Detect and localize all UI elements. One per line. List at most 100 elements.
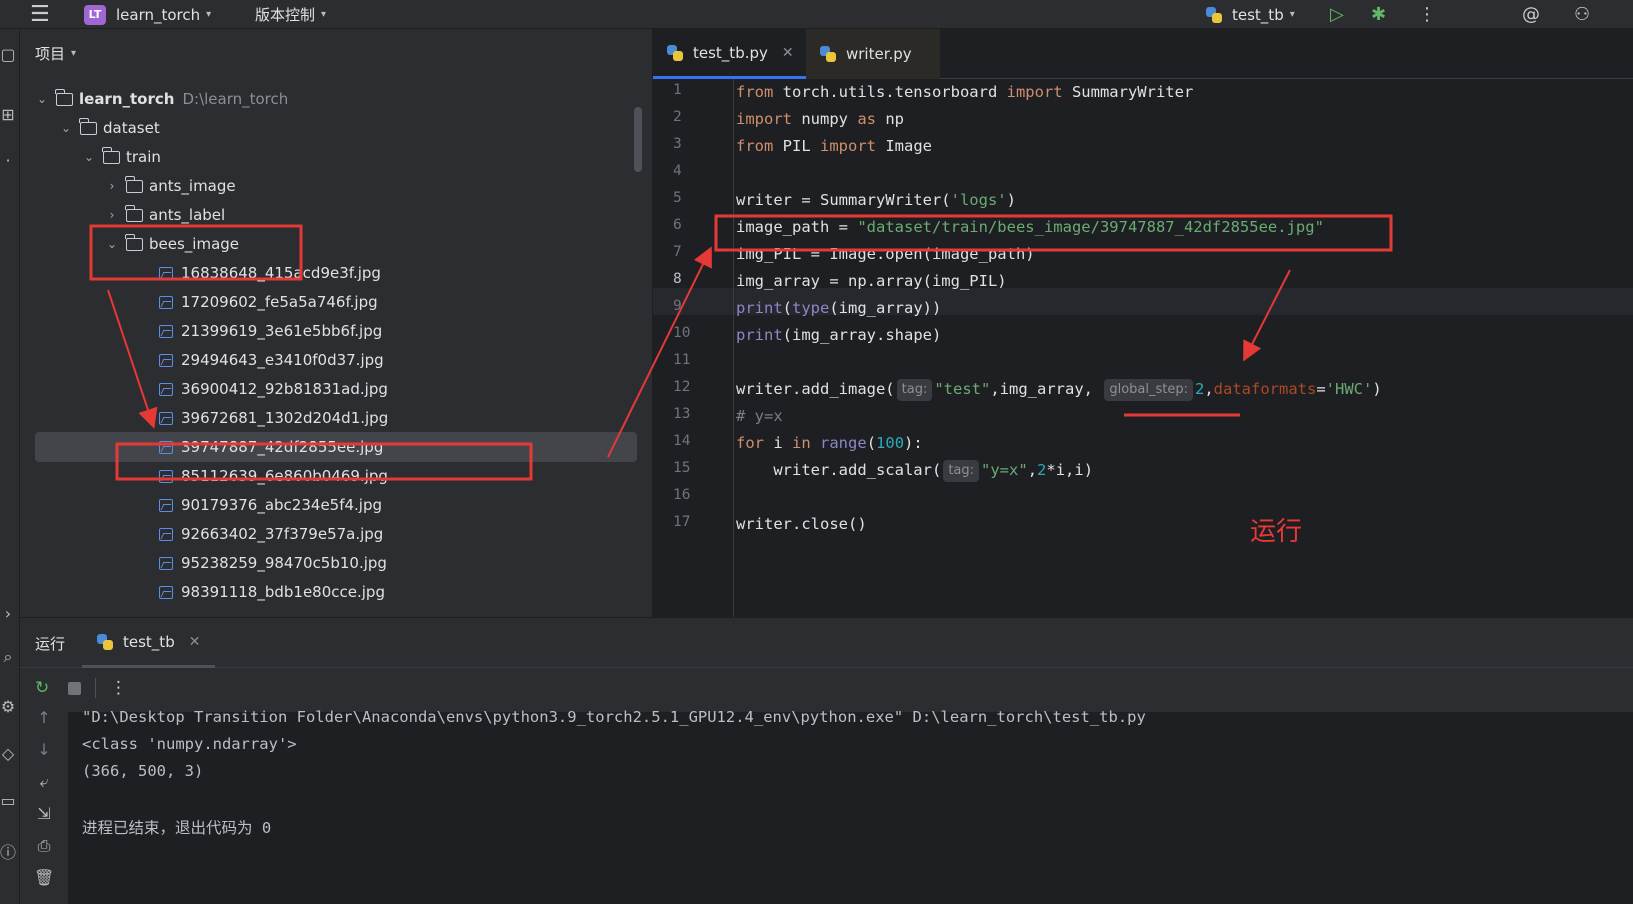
line-number: 5	[673, 190, 682, 206]
line-number: 1	[673, 82, 682, 98]
tree-item-label: 16838648_415acd9e3f.jpg	[181, 264, 381, 282]
vcs-menu[interactable]: 版本控制 ▾	[255, 0, 326, 29]
code-line: from torch.utils.tensorboard import Summ…	[736, 83, 1194, 101]
toolbar-divider	[95, 678, 96, 698]
tree-item-ants-image[interactable]: › ants_image	[20, 171, 652, 201]
code-line: for i in range(100):	[736, 434, 923, 452]
tree-file-item-selected[interactable]: 39747887_42df2855ee.jpg	[35, 432, 637, 462]
python-console-icon[interactable]: ⌕	[0, 647, 16, 667]
image-file-icon	[159, 295, 173, 309]
folder-icon	[79, 117, 97, 135]
console-output[interactable]: "D:\Desktop Transition Folder\Anaconda\e…	[68, 708, 1633, 904]
run-button[interactable]: ▷	[1330, 0, 1344, 29]
code-line: img_PIL = Image.open(image_path)	[736, 245, 1035, 263]
tree-item-label: 95238259_98470c5b10.jpg	[181, 554, 387, 572]
code-line: writer.close()	[736, 515, 867, 533]
tab-writer[interactable]: writer.py	[806, 29, 940, 79]
project-panel-title: 项目	[35, 45, 66, 63]
project-switcher[interactable]: LT learn_torch ▾	[84, 0, 211, 29]
tree-file-item[interactable]: 36900412_92b81831ad.jpg	[20, 374, 652, 404]
tree-file-item[interactable]: 98391118_bdb1e80cce.jpg	[20, 577, 652, 607]
tree-file-item[interactable]: 92663402_37f379e57a.jpg	[20, 519, 652, 549]
console-line: "D:\Desktop Transition Folder\Anaconda\e…	[82, 708, 1146, 726]
line-number: 12	[673, 379, 691, 395]
project-panel-header[interactable]: 项目 ▾	[35, 43, 76, 64]
structure-tool-icon[interactable]: ⊞	[0, 105, 16, 124]
problems-icon[interactable]: ⓘ	[0, 839, 16, 863]
ai-assistant-button[interactable]: @	[1522, 0, 1540, 29]
tree-file-item[interactable]: 39672681_1302d204d1.jpg	[20, 403, 652, 433]
tree-item-label: 21399619_3e61e5bb6f.jpg	[181, 322, 383, 340]
more-vertical-icon[interactable]: ⋮	[110, 678, 127, 698]
terminal-icon[interactable]: ▭	[0, 791, 16, 810]
arrow-down-icon[interactable]: ↓	[34, 740, 54, 759]
project-tool-icon[interactable]: ▢	[0, 45, 16, 64]
folder-icon	[125, 233, 143, 251]
tree-item-bees-image[interactable]: ⌄ bees_image	[20, 229, 652, 259]
chevron-right-icon: ›	[109, 208, 115, 222]
chevron-down-icon: ▾	[206, 9, 212, 20]
tree-file-item[interactable]: 95238259_98470c5b10.jpg	[20, 548, 652, 578]
code-line: from PIL import Image	[736, 137, 932, 155]
tab-label: writer.py	[846, 45, 912, 63]
tab-run-test-tb[interactable]: test_tb ✕	[82, 618, 216, 668]
line-number: 17	[673, 514, 691, 530]
tree-file-item[interactable]: 17209602_fe5a5a746f.jpg	[20, 287, 652, 317]
rerun-icon[interactable]: ↻	[35, 678, 49, 698]
soft-wrap-icon[interactable]: ⤶	[34, 772, 54, 792]
image-file-icon	[159, 585, 173, 599]
tab-label: test_tb	[123, 632, 175, 651]
services-icon[interactable]: ⚙	[0, 697, 16, 716]
trash-icon[interactable]: 🗑	[34, 868, 54, 887]
git-icon[interactable]: ◇	[0, 744, 16, 763]
project-scrollbar[interactable]	[634, 107, 642, 172]
run-panel-tabs: 运行 test_tb ✕	[20, 618, 1633, 668]
tree-file-item[interactable]: 90179376_abc234e5f4.jpg	[20, 490, 652, 520]
python-icon	[97, 633, 113, 650]
scroll-to-end-icon[interactable]: ⇲	[34, 804, 54, 823]
more-tools-icon[interactable]: ·	[0, 151, 16, 170]
tree-item-learn-torch[interactable]: ⌄ learn_torch D:\learn_torch	[20, 84, 652, 114]
run-panel-title: 运行	[35, 634, 66, 653]
chevron-right-icon: ›	[109, 179, 115, 193]
tree-item-train[interactable]: ⌄ train	[20, 142, 652, 172]
inlay-hint: tag:	[943, 459, 980, 482]
more-actions-button[interactable]: ⋮	[1418, 0, 1436, 29]
print-icon[interactable]: ⎙	[34, 836, 54, 856]
code-line: writer.add_scalar(tag: "y=x",2*i,i)	[736, 457, 1093, 484]
title-bar: ☰ LT learn_torch ▾ 版本控制 ▾ test_tb ▾ ▷ ✱ …	[0, 0, 1633, 29]
inlay-hint: tag:	[896, 378, 933, 401]
bug-icon: ✱	[1371, 4, 1387, 25]
python-file-icon	[667, 44, 683, 61]
main-menu-button[interactable]: ☰	[30, 0, 50, 29]
tree-item-dataset[interactable]: ⌄ dataset	[20, 113, 652, 143]
tab-test-tb[interactable]: test_tb.py ✕	[653, 29, 806, 79]
code-line: writer = SummaryWriter('logs')	[736, 191, 1016, 209]
debug-button[interactable]: ✱	[1371, 0, 1386, 29]
tree-item-ants-label[interactable]: › ants_label	[20, 200, 652, 230]
run-tool-icon[interactable]: ›	[0, 604, 16, 623]
tree-item-label: 36900412_92b81831ad.jpg	[181, 380, 388, 398]
chevron-down-icon: ▾	[321, 9, 327, 20]
code-line: print(img_array.shape)	[736, 326, 942, 344]
add-user-button[interactable]: ⚇	[1574, 0, 1590, 29]
tree-file-item[interactable]: 85112639_6e860b0469.jpg	[20, 461, 652, 491]
arrow-up-icon[interactable]: ↑	[34, 708, 54, 727]
folder-icon	[55, 88, 73, 106]
project-panel: 项目 ▾ ⌄ learn_torch D:\learn_torch ⌄ data…	[20, 29, 652, 617]
close-icon[interactable]: ✕	[782, 45, 794, 61]
tree-item-label: 39672681_1302d204d1.jpg	[181, 409, 389, 427]
tree-file-item[interactable]: 16838648_415acd9e3f.jpg	[20, 258, 652, 288]
chevron-down-icon: ⌄	[106, 237, 118, 251]
folder-icon	[125, 175, 143, 193]
tree-file-item[interactable]: 21399619_3e61e5bb6f.jpg	[20, 316, 652, 346]
tree-file-item[interactable]: 29494643_e3410f0d37.jpg	[20, 345, 652, 375]
tool-window-strip: ▢ ⊞ · › ⌕ ⚙ ◇ ▭ ⓘ	[0, 29, 20, 904]
spiral-icon: @	[1522, 4, 1540, 25]
run-config-selector[interactable]: test_tb ▾	[1206, 0, 1295, 29]
chevron-down-icon: ⌄	[60, 121, 72, 135]
close-icon[interactable]: ✕	[189, 634, 201, 650]
image-file-icon	[159, 353, 173, 367]
editor-tabs: test_tb.py ✕ writer.py	[653, 29, 1633, 79]
stop-icon[interactable]	[68, 681, 81, 695]
